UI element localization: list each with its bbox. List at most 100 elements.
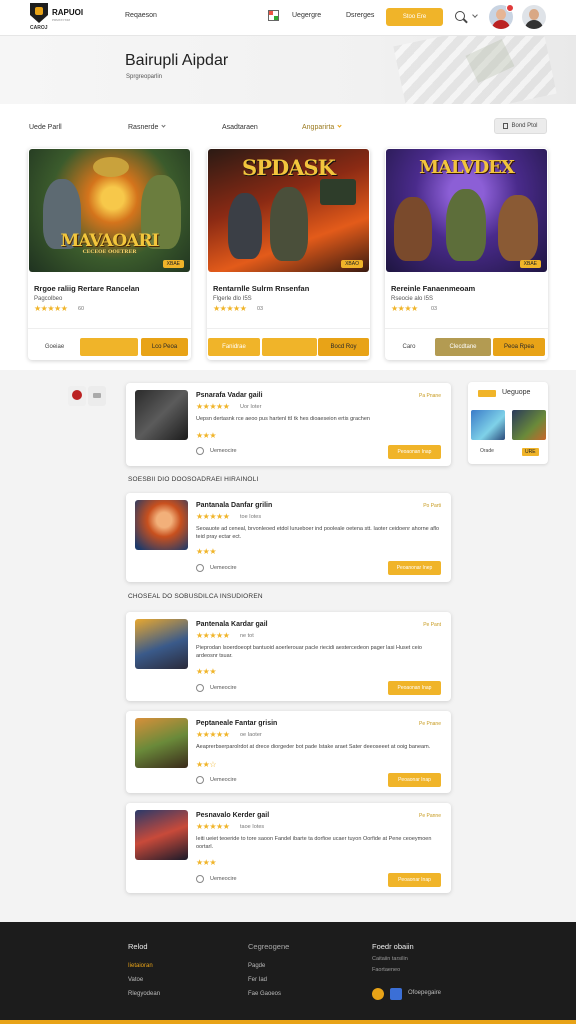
tag-chip bbox=[478, 390, 496, 397]
filter-option-2[interactable]: Asadtaraen bbox=[222, 124, 258, 131]
screen-inset bbox=[320, 179, 356, 205]
footer-link[interactable]: Vatoe bbox=[128, 977, 143, 983]
details-button[interactable]: Caro bbox=[389, 338, 429, 356]
divider bbox=[385, 328, 548, 329]
rating-count: Uor Ioter bbox=[240, 404, 262, 410]
footer-link[interactable]: Iietaioran bbox=[128, 963, 153, 969]
list-item[interactable]: Pantenala Kardar gail Pe Pant ★★★★★ ne t… bbox=[126, 612, 451, 701]
hero-banner: Bairupli Aipdar Sprgreoparlin bbox=[0, 36, 576, 104]
price-chip: XBAO bbox=[341, 260, 363, 268]
shield-logo-icon bbox=[30, 3, 48, 23]
filter-option-1[interactable]: Rasnerde bbox=[128, 123, 166, 131]
list-item-title[interactable]: Pantanala Danfar grilin bbox=[196, 502, 272, 509]
list-item[interactable]: Pesnavalo Kerder gail Pe Panne ★★★★★ tao… bbox=[126, 803, 451, 893]
status-row[interactable]: Uemeocire bbox=[196, 684, 237, 692]
avatar-secondary[interactable] bbox=[522, 5, 546, 29]
user-filter-icon[interactable] bbox=[68, 386, 86, 406]
footer-social-label[interactable]: Ofoepegaire bbox=[408, 990, 441, 996]
footer bbox=[0, 922, 576, 1024]
play-button[interactable]: Fanidrae bbox=[208, 338, 260, 356]
featured-card[interactable]: SPDASK XBAO Rentarnlle Sulrm Rnsenfan Fl… bbox=[207, 148, 370, 360]
secondary-button[interactable] bbox=[262, 338, 317, 356]
radio-icon bbox=[196, 447, 204, 455]
footer-link[interactable]: Rlegyodean bbox=[128, 991, 160, 997]
list-item-title[interactable]: Peptaneale Fantar grisin bbox=[196, 720, 277, 727]
notification-badge bbox=[506, 4, 514, 12]
top-nav: RAPUOI PRMXXYXIM CAROJ Reqaeson Uegergre… bbox=[0, 0, 576, 36]
list-cta-button[interactable]: Peoaonan Inap bbox=[388, 681, 441, 695]
filter-option-3[interactable]: Angparirta bbox=[302, 123, 342, 131]
chevron-down-icon[interactable] bbox=[472, 12, 478, 18]
sort-button[interactable]: Bond Ptol bbox=[494, 118, 547, 134]
play-button[interactable] bbox=[80, 338, 138, 356]
section-heading: CHOSEAL DO SOBUSDILCA INSUDIOREN bbox=[128, 593, 263, 600]
list-item[interactable]: Peptaneale Fantar grisin Pe Pnane ★★★★★ … bbox=[126, 711, 451, 793]
status-row[interactable]: Uemeocire bbox=[196, 564, 237, 572]
nav-designs-link[interactable]: Dsrerges bbox=[346, 12, 374, 19]
nav-upgrade-link[interactable]: Uegergre bbox=[292, 12, 321, 19]
buy-button[interactable]: Bocd Roy bbox=[318, 338, 369, 356]
list-cta-button[interactable]: Peoaonan Inap bbox=[388, 445, 441, 459]
brand-tagline: PRMXXYXIM bbox=[52, 18, 71, 22]
featured-card[interactable]: MALVDEX XBAE Rereinle Fanaenmeoam Rseoci… bbox=[385, 148, 548, 360]
list-cta-button[interactable]: Peoaonar Inap bbox=[388, 773, 441, 787]
footer-accent-bar bbox=[0, 1020, 576, 1024]
game-meta: Flgerle dlo I5S bbox=[213, 296, 252, 302]
rating-stars-small: ★★☆ bbox=[196, 760, 217, 769]
game-cover-art: SPDASK XBAO bbox=[208, 149, 369, 272]
status-row[interactable]: Uemeocire bbox=[196, 875, 237, 883]
buy-button[interactable]: Peoa Rpea bbox=[493, 338, 545, 356]
list-item[interactable]: Pantanala Danfar grilin Po Parti ★★★★★ t… bbox=[126, 493, 451, 582]
footer-subtext: Faortaeneo bbox=[372, 967, 401, 973]
game-title[interactable]: Rrgoe raliig Rertare Rancelan bbox=[34, 284, 139, 293]
upgrade-panel: Ueguope Orade URE bbox=[468, 382, 548, 464]
game-cover-art: MALVDEX XBAE bbox=[386, 149, 547, 272]
list-item-title[interactable]: Psnarafa Vadar gaili bbox=[196, 392, 263, 399]
avatar-body bbox=[525, 20, 543, 29]
game-title[interactable]: Rentarnlle Sulrm Rnsenfan bbox=[213, 284, 309, 293]
list-item-title[interactable]: Pantenala Kardar gail bbox=[196, 621, 268, 628]
brand-name: RAPUOI bbox=[52, 8, 84, 17]
upgrade-label[interactable]: Ueguope bbox=[502, 389, 530, 396]
list-cta-button[interactable]: Peoaonar Inap bbox=[388, 873, 441, 887]
footer-link[interactable]: Fer Iad bbox=[248, 977, 267, 983]
details-button[interactable]: Goeiae bbox=[32, 338, 77, 356]
game-thumbnail bbox=[135, 390, 188, 440]
rating-stars-small: ★★★ bbox=[196, 547, 217, 556]
grid-icon[interactable] bbox=[268, 10, 279, 21]
chevron-down-icon bbox=[161, 123, 166, 128]
list-item-tag: Pa Pnane bbox=[419, 393, 441, 399]
avatar-body bbox=[492, 20, 510, 29]
footer-link[interactable]: Pagde bbox=[248, 963, 265, 969]
character-figure bbox=[228, 193, 262, 259]
list-view-icon[interactable] bbox=[88, 386, 106, 406]
game-meta: Pagcolbeo bbox=[34, 296, 63, 302]
nav-browse-link[interactable]: Reqaeson bbox=[125, 12, 157, 19]
rating-count: 60 bbox=[78, 306, 85, 312]
brand-logo[interactable]: RAPUOI PRMXXYXIM CAROJ bbox=[28, 3, 90, 33]
sort-label: Bond Ptol bbox=[511, 123, 538, 129]
mini-thumbnail[interactable] bbox=[471, 410, 505, 440]
instagram-icon[interactable] bbox=[372, 988, 384, 1000]
list-cta-button[interactable]: Peoanonar Inep bbox=[388, 561, 441, 575]
featured-card[interactable]: MAVAOARI CECEOE OOETRER XBAE Rrgoe ralii… bbox=[28, 148, 191, 360]
search-icon[interactable] bbox=[455, 11, 465, 21]
rating-count: taoe Iotes bbox=[240, 824, 265, 830]
footer-col1-heading: Relod bbox=[128, 942, 148, 951]
header-cta-button[interactable]: Stoo Ere bbox=[386, 8, 443, 26]
page-subtitle: Sprgreoparlin bbox=[126, 74, 163, 80]
game-thumbnail bbox=[135, 810, 188, 860]
status-row[interactable]: Uemeocire bbox=[196, 447, 237, 455]
buy-button[interactable]: Lco Peoa bbox=[141, 338, 188, 356]
facebook-icon[interactable] bbox=[390, 988, 402, 1000]
mini-thumbnail[interactable] bbox=[512, 410, 546, 440]
divider bbox=[207, 328, 370, 329]
status-row[interactable]: Uemeocire bbox=[196, 776, 237, 784]
wishlist-button[interactable]: Clecdtane bbox=[435, 338, 491, 356]
list-item-tag: Pe Pnane bbox=[419, 721, 441, 727]
chevron-down-icon bbox=[337, 123, 342, 128]
game-title[interactable]: Rereinle Fanaenmeoam bbox=[391, 284, 475, 293]
list-item[interactable]: Psnarafa Vadar gaili Pa Pnane ★★★★★ Uor … bbox=[126, 383, 451, 466]
footer-link[interactable]: Fae Gaoeos bbox=[248, 991, 281, 997]
list-item-title[interactable]: Pesnavalo Kerder gail bbox=[196, 812, 269, 819]
